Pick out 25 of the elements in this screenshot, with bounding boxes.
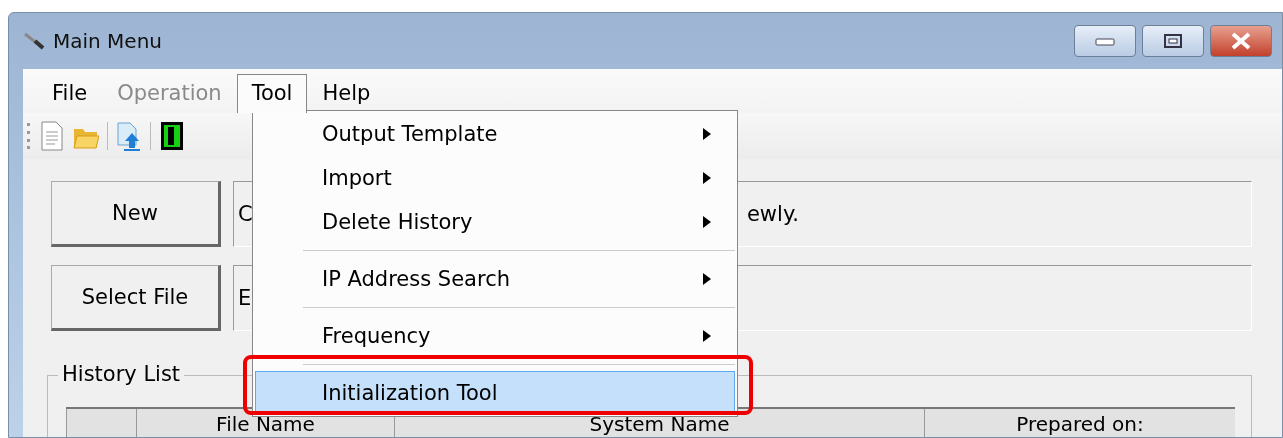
dropdown-menu-item[interactable]: Import — [255, 156, 735, 200]
group-title: History List — [58, 362, 185, 386]
menu-item[interactable]: Help — [307, 74, 386, 113]
minimize-icon[interactable] — [1095, 36, 1115, 46]
minimize-button[interactable] — [1074, 25, 1136, 57]
column-header[interactable]: Prepared on: — [924, 409, 1235, 437]
close-button[interactable] — [1210, 25, 1272, 57]
action-button[interactable]: New — [51, 181, 221, 247]
dropdown-menu-item[interactable]: Frequency — [255, 314, 735, 358]
action-button[interactable]: Select File — [51, 265, 221, 331]
maximize-icon[interactable] — [1164, 34, 1182, 48]
close-icon[interactable] — [1230, 32, 1252, 50]
maximize-button[interactable] — [1142, 25, 1204, 57]
dropdown-menu-item[interactable]: IP Address Search — [255, 257, 735, 301]
dropdown-menu-item[interactable]: Output Template — [255, 112, 735, 156]
description-text: E — [238, 286, 252, 310]
upload-icon[interactable] — [116, 121, 142, 151]
description-text: C — [238, 202, 253, 226]
window-title: Main Menu — [53, 29, 163, 53]
description-text: ewly. — [746, 202, 799, 226]
door-icon[interactable] — [159, 121, 185, 151]
dropdown-menu-item[interactable]: Delete History — [255, 200, 735, 244]
toolbar-grip-icon — [27, 122, 31, 150]
menu-item[interactable]: Tool — [236, 74, 308, 113]
menu-item[interactable]: File — [37, 74, 103, 113]
